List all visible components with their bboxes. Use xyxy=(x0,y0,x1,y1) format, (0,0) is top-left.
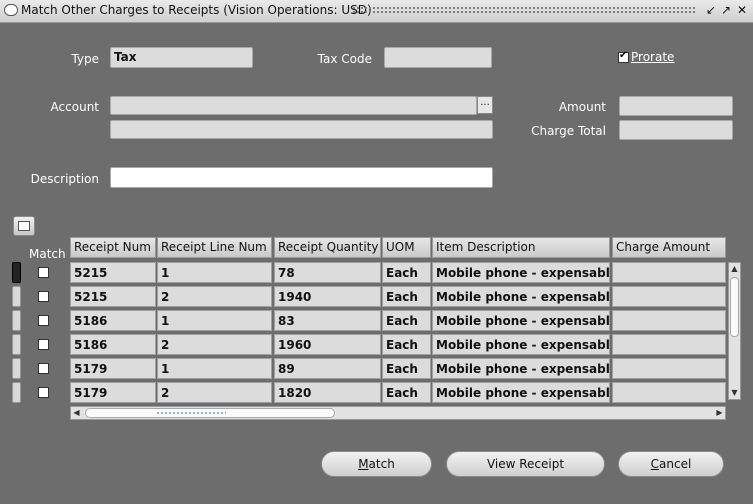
cancel-button[interactable]: Cancel xyxy=(618,451,724,477)
col-charge-amount-header[interactable]: Charge Amount xyxy=(612,237,726,258)
vertical-scroll-thumb[interactable] xyxy=(730,277,739,337)
title-bar[interactable]: Match Other Charges to Receipts (Vision … xyxy=(0,0,753,23)
receipt-quantity-cell[interactable]: 78 xyxy=(274,262,381,283)
prorate-checkbox[interactable] xyxy=(618,50,629,63)
scroll-up-icon[interactable]: ▲ xyxy=(729,263,740,275)
match-charges-window: Match Other Charges to Receipts (Vision … xyxy=(0,0,753,504)
row-indicator[interactable] xyxy=(12,358,21,379)
cancel-button-accel: C xyxy=(650,457,660,471)
horizontal-scroll-thumb[interactable] xyxy=(85,408,335,418)
row-indicator[interactable] xyxy=(12,286,21,307)
folder-tools-button[interactable] xyxy=(13,216,35,236)
account-lov-button[interactable]: ... xyxy=(477,96,493,114)
receipt-num-cell[interactable]: 5186 xyxy=(70,334,156,355)
prorate-label: Prorate xyxy=(631,50,675,64)
uom-cell[interactable]: Each xyxy=(382,334,431,355)
match-column-label: Match xyxy=(29,247,66,261)
uom-cell[interactable]: Each xyxy=(382,262,431,283)
item-description-cell[interactable]: Mobile phone - expensable xyxy=(432,382,610,403)
scroll-left-icon[interactable]: ◀ xyxy=(71,407,82,419)
receipt-line-num-cell[interactable]: 1 xyxy=(157,262,272,283)
col-uom-header[interactable]: UOM xyxy=(382,237,431,258)
charge-total-label: Charge Total xyxy=(531,124,606,138)
type-value: Tax xyxy=(114,50,137,64)
col-receipt-quantity-header[interactable]: Receipt Quantity xyxy=(274,237,381,258)
tax-code-field[interactable] xyxy=(384,47,492,68)
match-checkbox[interactable] xyxy=(38,315,49,326)
cancel-button-label: ancel xyxy=(659,457,692,471)
scroll-right-icon[interactable]: ▶ xyxy=(714,407,725,419)
receipt-quantity-cell[interactable]: 1960 xyxy=(274,334,381,355)
charge-amount-cell[interactable] xyxy=(612,334,726,355)
match-checkbox[interactable] xyxy=(38,387,49,398)
scroll-down-icon[interactable]: ▼ xyxy=(729,387,740,399)
close-icon[interactable]: ✕ xyxy=(735,3,749,18)
type-field[interactable]: Tax xyxy=(110,47,253,68)
folder-icon xyxy=(18,221,30,231)
receipt-quantity-cell[interactable]: 83 xyxy=(274,310,381,331)
match-checkbox[interactable] xyxy=(38,291,49,302)
receipt-num-cell[interactable]: 5215 xyxy=(70,262,156,283)
window-title: Match Other Charges to Receipts (Vision … xyxy=(21,3,372,17)
receipt-quantity-cell[interactable]: 1940 xyxy=(274,286,381,307)
title-bar-grip xyxy=(352,6,697,14)
account-label: Account xyxy=(50,100,99,114)
receipt-line-num-cell[interactable]: 1 xyxy=(157,310,272,331)
match-button-label: atch xyxy=(368,457,395,471)
match-button-accel: M xyxy=(358,457,369,471)
account-description-field xyxy=(110,120,493,139)
row-indicator[interactable] xyxy=(12,382,21,403)
uom-cell[interactable]: Each xyxy=(382,286,431,307)
restore-icon[interactable]: ↙ xyxy=(704,3,718,18)
amount-label: Amount xyxy=(558,100,606,114)
row-indicator[interactable] xyxy=(12,310,21,331)
receipt-line-num-cell[interactable]: 2 xyxy=(157,382,272,403)
col-receipt-line-num-header[interactable]: Receipt Line Num xyxy=(157,237,272,258)
row-indicator[interactable] xyxy=(12,334,21,355)
col-receipt-num-header[interactable]: Receipt Num xyxy=(70,237,156,258)
match-checkbox[interactable] xyxy=(38,267,49,278)
row-indicator[interactable] xyxy=(12,262,21,283)
item-description-cell[interactable]: Mobile phone - expensable xyxy=(432,334,610,355)
uom-cell[interactable]: Each xyxy=(382,310,431,331)
charge-total-field xyxy=(619,120,733,140)
view-receipt-button[interactable]: View Receipt xyxy=(446,451,605,477)
uom-cell[interactable]: Each xyxy=(382,358,431,379)
description-label: Description xyxy=(30,172,99,186)
type-label: Type xyxy=(71,52,99,66)
charge-amount-cell[interactable] xyxy=(612,358,726,379)
uom-cell[interactable]: Each xyxy=(382,382,431,403)
receipt-num-cell[interactable]: 5215 xyxy=(70,286,156,307)
match-button[interactable]: Match xyxy=(321,451,432,477)
charge-amount-cell[interactable] xyxy=(612,262,726,283)
charge-amount-cell[interactable] xyxy=(612,382,726,403)
col-item-description-header[interactable]: Item Description xyxy=(432,237,610,258)
receipt-quantity-cell[interactable]: 89 xyxy=(274,358,381,379)
charge-amount-cell[interactable] xyxy=(612,286,726,307)
item-description-cell[interactable]: Mobile phone - expensable xyxy=(432,358,610,379)
charge-amount-cell[interactable] xyxy=(612,310,726,331)
vertical-scrollbar[interactable]: ▲ ▼ xyxy=(728,262,741,400)
receipt-num-cell[interactable]: 5179 xyxy=(70,382,156,403)
horizontal-scrollbar[interactable]: ◀ ▶ xyxy=(70,406,726,420)
item-description-cell[interactable]: Mobile phone - expensable xyxy=(432,310,610,331)
match-checkbox[interactable] xyxy=(38,363,49,374)
receipt-num-cell[interactable]: 5179 xyxy=(70,358,156,379)
receipt-line-num-cell[interactable]: 1 xyxy=(157,358,272,379)
tax-code-label: Tax Code xyxy=(317,52,372,66)
receipt-line-num-cell[interactable]: 2 xyxy=(157,286,272,307)
maximize-icon[interactable]: ↗ xyxy=(719,3,733,18)
description-field[interactable] xyxy=(110,167,493,188)
account-field[interactable] xyxy=(110,96,477,115)
match-checkbox[interactable] xyxy=(38,339,49,350)
window-icon xyxy=(4,4,18,16)
amount-field[interactable] xyxy=(619,96,733,116)
receipt-line-num-cell[interactable]: 2 xyxy=(157,334,272,355)
receipt-num-cell[interactable]: 5186 xyxy=(70,310,156,331)
item-description-cell[interactable]: Mobile phone - expensable xyxy=(432,286,610,307)
receipt-quantity-cell[interactable]: 1820 xyxy=(274,382,381,403)
item-description-cell[interactable]: Mobile phone - expensable xyxy=(432,262,610,283)
